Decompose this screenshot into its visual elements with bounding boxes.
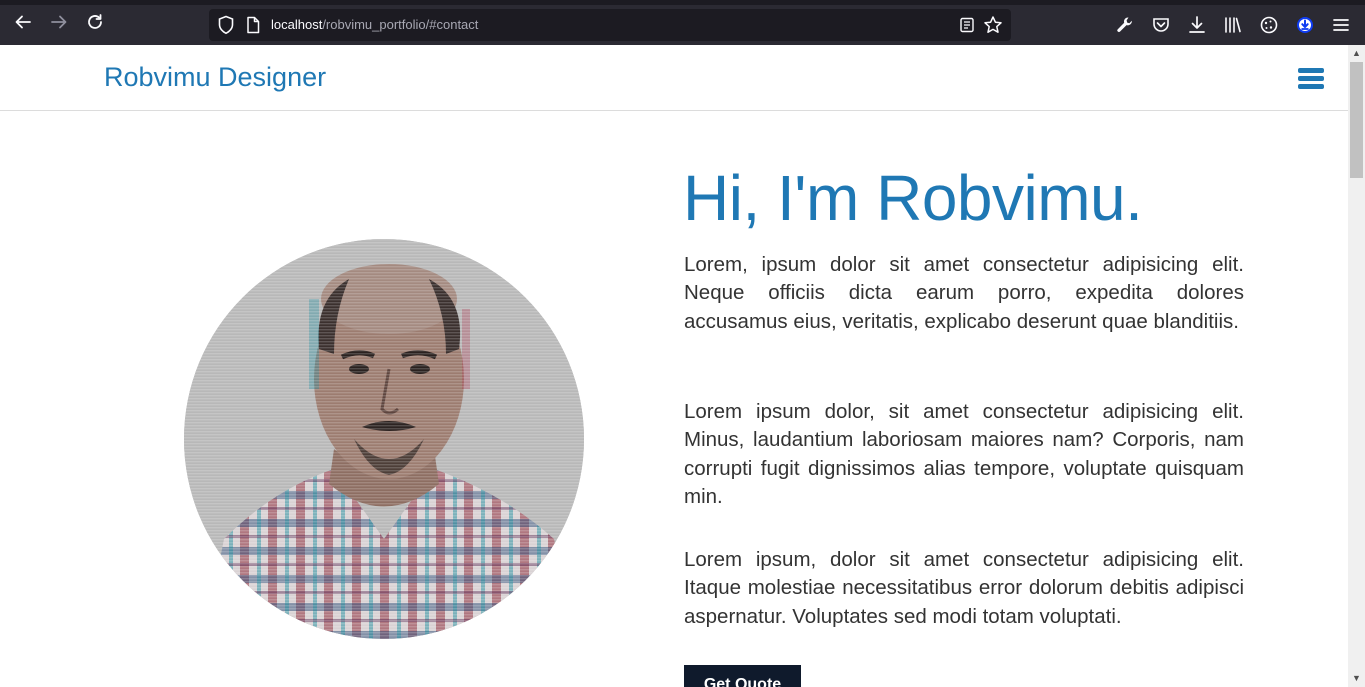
site-brand[interactable]: Robvimu Designer [104,62,326,93]
hamburger-bar [1298,84,1324,89]
pocket-icon[interactable] [1151,15,1171,35]
intro-paragraph-3: Lorem ipsum, dolor sit amet consectetur … [684,548,1244,628]
app-menu-icon[interactable] [1331,15,1351,35]
hamburger-bar [1298,76,1324,81]
reader-view-icon[interactable] [959,17,975,33]
intro-paragraph-2: Lorem ipsum dolor, sit amet consectetur … [684,400,1244,508]
profile-photo [184,239,584,639]
site-header: Robvimu Designer [0,45,1348,111]
url-host: localhost [271,17,323,32]
intro-paragraph-1: Lorem, ipsum dolor sit amet consectetur … [684,253,1244,333]
url-text[interactable]: localhost/robvimu_portfolio/#contact [271,17,478,32]
page-viewport: Robvimu Designer Hi, I'm Robvimu. Lorem,… [0,45,1348,687]
get-quote-button[interactable]: Get Quote [684,665,801,687]
hamburger-bar [1298,68,1324,73]
wrench-icon[interactable] [1115,15,1135,35]
url-path: /robvimu_portfolio/#contact [322,17,479,32]
hero-title: Hi, I'm Robvimu. [683,162,1143,234]
page-icon [247,16,260,34]
address-bar[interactable]: localhost/robvimu_portfolio/#contact [209,9,1011,41]
scroll-up-icon[interactable]: ▲ [1348,45,1365,62]
extension-download-icon[interactable] [1295,15,1315,35]
scrollbar-thumb[interactable] [1350,62,1363,178]
back-icon[interactable] [9,13,37,37]
browser-toolbar: localhost/robvimu_portfolio/#contact [0,0,1365,45]
download-icon[interactable] [1187,15,1207,35]
library-icon[interactable] [1223,15,1243,35]
scroll-down-icon[interactable]: ▼ [1348,670,1365,687]
cookie-icon[interactable] [1259,15,1279,35]
page-scrollbar[interactable]: ▲ ▼ [1348,45,1365,687]
shield-icon[interactable] [217,15,235,35]
hamburger-icon[interactable] [1298,68,1324,90]
forward-icon[interactable] [45,13,73,37]
bookmark-star-icon[interactable] [983,15,1003,35]
reload-icon[interactable] [81,13,109,37]
